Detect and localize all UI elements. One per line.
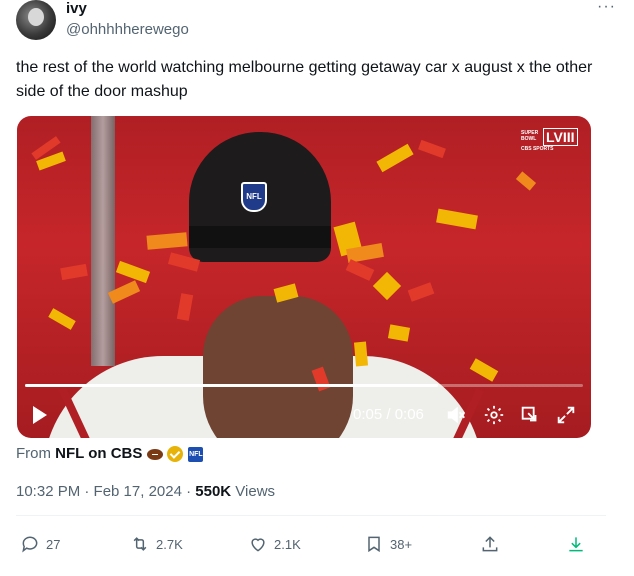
logo-bottom-text: CBS SPORTS: [521, 146, 554, 152]
video-source: From NFL on CBS NFL: [16, 444, 204, 464]
fullscreen-icon[interactable]: [555, 404, 577, 426]
confetti: [372, 271, 402, 301]
divider: [16, 515, 606, 516]
confetti: [48, 308, 76, 330]
tweet-header: ivy @ohhhhherewego ···: [16, 0, 618, 42]
video-player[interactable]: NFL SUPER BOWL LVIII CBS SPORTS 0:05 / 0…: [17, 116, 591, 438]
confetti: [376, 143, 414, 173]
repost-icon: [133, 537, 147, 551]
football-icon: [147, 448, 164, 460]
video-progress-bar[interactable]: [25, 384, 583, 387]
video-progress-fill: [25, 384, 438, 387]
repost-button[interactable]: 2.7K: [130, 530, 183, 558]
settings-icon[interactable]: [483, 404, 505, 426]
confetti: [418, 139, 446, 159]
org-affiliate-badge-icon: NFL: [188, 446, 204, 462]
reply-count: 27: [46, 536, 61, 552]
more-options-icon[interactable]: ···: [597, 0, 616, 15]
bookmark-count: 38+: [390, 536, 413, 552]
confetti: [146, 232, 188, 250]
source-account-link[interactable]: NFL on CBS: [55, 445, 142, 462]
repost-count: 2.7K: [156, 536, 183, 552]
picture-in-picture-icon[interactable]: [519, 404, 541, 426]
video-controls: 0:05 / 0:06: [17, 398, 591, 432]
avatar[interactable]: [16, 0, 56, 40]
confetti: [345, 259, 375, 281]
confetti: [515, 171, 537, 191]
logo-number-text: LVIII: [543, 128, 578, 146]
tweet-meta: 10:32 PM · Feb 17, 2024 · 550K Views: [16, 482, 275, 502]
verified-gold-icon: [167, 446, 184, 463]
mute-icon[interactable]: [445, 404, 467, 426]
views-label: Views: [231, 483, 276, 500]
logo-top-text: SUPER BOWL: [521, 130, 539, 142]
share-icon: [482, 536, 498, 552]
confetti: [60, 263, 88, 281]
confetti: [387, 324, 411, 342]
video-time: 0:05 / 0:06: [353, 406, 424, 423]
super-bowl-logo: SUPER BOWL LVIII CBS SPORTS: [521, 128, 581, 152]
download-icon: [569, 537, 583, 552]
like-button[interactable]: 2.1K: [248, 530, 301, 558]
bookmark-button[interactable]: 38+: [364, 530, 412, 558]
reply-icon: [22, 536, 38, 553]
download-button[interactable]: [566, 530, 592, 558]
share-button[interactable]: [480, 530, 506, 558]
tweet-text: the rest of the world watching melbourne…: [16, 59, 593, 100]
confetti: [176, 293, 194, 321]
confetti: [436, 208, 478, 230]
bookmark-icon: [368, 536, 380, 553]
confetti: [469, 358, 499, 382]
nfl-logo: NFL: [241, 182, 267, 212]
action-bar: 27 2.7K 2.1K 38+: [20, 530, 600, 558]
video-frame-cap-band: [189, 226, 331, 248]
confetti: [407, 282, 435, 302]
like-count: 2.1K: [274, 536, 301, 552]
views-count: 550K: [195, 483, 232, 500]
play-icon[interactable]: [33, 406, 47, 424]
reply-button[interactable]: 27: [20, 530, 60, 558]
source-prefix: From: [16, 445, 51, 462]
author-name[interactable]: ivy: [66, 0, 87, 18]
timestamp[interactable]: 10:32 PM · Feb 17, 2024 ·: [16, 483, 195, 500]
author-handle[interactable]: @ohhhhherewego: [66, 21, 189, 39]
confetti: [353, 341, 369, 367]
video-frame-pillar: [91, 116, 115, 366]
heart-icon: [251, 538, 265, 552]
